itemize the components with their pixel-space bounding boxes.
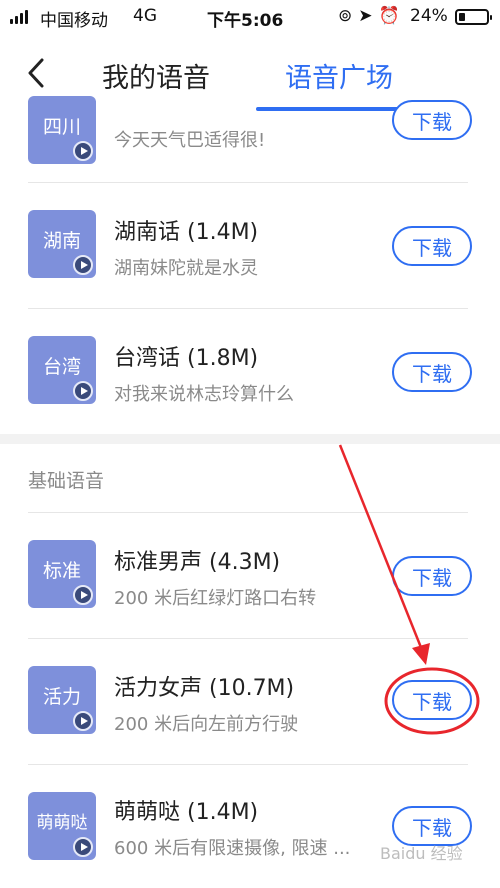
thumbnail-label: 湖南 [42,230,81,252]
voice-name: 萌萌哒 (1.4M) [114,800,259,825]
voice-thumbnail: 湖南 [28,210,96,278]
thumbnail-label: 萌萌哒 [36,813,88,833]
voice-sample-text: 今天天气巴适得很! [114,130,266,151]
download-button[interactable]: 下载 [392,352,472,392]
list-item-standard-male[interactable]: 标准 标准男声 (4.3M) 200 米后红绿灯路口右转 下载 [0,514,500,638]
play-icon[interactable] [73,585,93,605]
location-icon: ➤ [358,6,373,26]
battery-icon [455,9,492,25]
list-item-taiwan[interactable]: 台湾 台湾话 (1.8M) 对我来说林志玲算什么 下载 [0,310,500,434]
thumbnail-label: 四川 [42,116,81,138]
list-item-cute[interactable]: 萌萌哒 萌萌哒 (1.4M) 600 米后有限速摄像, 限速 ... 下载 [0,766,500,888]
carrier-name: 中国移动 [40,11,108,31]
download-button[interactable]: 下载 [392,226,472,266]
divider [28,638,468,639]
voice-thumbnail: 萌萌哒 [28,792,96,860]
voice-thumbnail: 四川 [28,96,96,164]
voice-name: 湖南话 (1.4M) [114,220,259,245]
thumbnail-label: 活力 [42,686,81,708]
list-item-sichuan[interactable]: 四川 今天天气巴适得很! 下载 [0,70,500,194]
status-bar: 中国移动 4G 下午5:06 ⊚ ➤ ⏰ 24% [0,0,500,34]
thumbnail-label: 台湾 [42,356,81,378]
play-icon[interactable] [73,381,93,401]
voice-name: 活力女声 (10.7M) [114,676,295,701]
play-icon[interactable] [73,711,93,731]
play-icon[interactable] [73,255,93,275]
alarm-icon: ⏰ [378,6,400,26]
watermark: Baidu 经验 [380,844,463,863]
voice-name: 标准男声 (4.3M) [114,550,281,575]
divider [28,308,468,309]
voice-sample-text: 200 米后红绿灯路口右转 [114,588,317,609]
status-icons: ⊚ ➤ ⏰ [338,6,400,26]
voice-thumbnail: 活力 [28,666,96,734]
divider [28,182,468,183]
list-item-hunan[interactable]: 湖南 湖南话 (1.4M) 湖南妹陀就是水灵 下载 [0,184,500,308]
network-type: 4G [133,6,157,26]
battery-percent: 24% [410,6,448,26]
voice-thumbnail: 台湾 [28,336,96,404]
orientation-lock-icon: ⊚ [338,6,353,26]
divider [28,512,468,513]
play-icon[interactable] [73,141,93,161]
download-button[interactable]: 下载 [392,680,472,720]
thumbnail-label: 标准 [42,560,81,582]
section-separator [0,434,500,444]
voice-sample-text: 湖南妹陀就是水灵 [114,258,258,279]
voice-thumbnail: 标准 [28,540,96,608]
voice-sample-text: 200 米后向左前方行驶 [114,714,299,735]
voice-name: 台湾话 (1.8M) [114,346,259,371]
download-button[interactable]: 下载 [392,556,472,596]
voice-sample-text: 对我来说林志玲算什么 [114,384,294,405]
battery-level [459,13,465,21]
download-button[interactable]: 下载 [392,100,472,140]
play-icon[interactable] [73,837,93,857]
section-title-basic-voices: 基础语音 [28,470,105,492]
clock: 下午5:06 [207,11,284,31]
voice-sample-text: 600 米后有限速摄像, 限速 ... [114,838,351,859]
signal-icon [10,10,28,24]
list-item-energetic-female[interactable]: 活力 活力女声 (10.7M) 200 米后向左前方行驶 下载 [0,640,500,764]
divider [28,764,468,765]
